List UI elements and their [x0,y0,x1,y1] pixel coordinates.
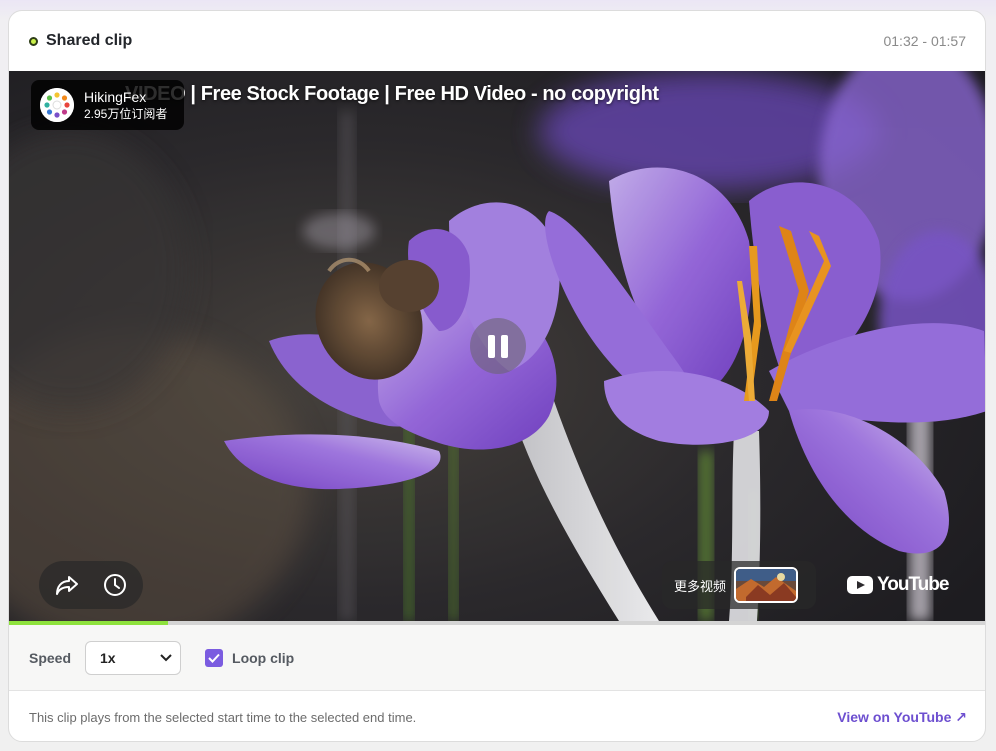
card-header: Shared clip 01:32 - 01:57 [9,11,985,71]
youtube-play-icon [847,576,873,594]
youtube-label: YouTube [877,574,949,595]
loop-clip-checkbox[interactable] [205,648,224,667]
channel-badge[interactable]: HikingFex 2.95万位订阅者 [31,80,184,130]
channel-name[interactable]: HikingFex [84,88,167,106]
share-icon[interactable] [53,571,81,599]
more-videos-button[interactable]: 更多视频 [662,561,816,609]
view-on-youtube-link[interactable]: View on YouTube ↗ [837,709,967,726]
clip-time-range: 01:32 - 01:57 [883,33,966,49]
speed-select[interactable]: 1x [85,640,182,675]
channel-subscribers: 2.95万位订阅者 [84,107,168,121]
chevron-down-icon [160,653,172,661]
more-videos-label: 更多视频 [674,578,727,594]
video-title[interactable]: VIDEO | Free Stock Footage | Free HD Vid… [125,83,659,106]
video-player[interactable]: VIDEO | Free Stock Footage | Free HD Vid… [9,71,985,621]
card-footer: This clip plays from the selected start … [9,691,985,741]
card-title: Shared clip [46,32,133,49]
channel-logo-icon [40,88,74,122]
header-left: Shared clip [29,32,132,50]
channel-avatar[interactable] [40,88,74,122]
speed-value: 1x [100,649,116,666]
pause-button[interactable] [470,318,526,374]
clip-note: This clip plays from the selected start … [29,709,417,725]
pause-icon [488,335,495,358]
checkmark-icon [208,653,220,663]
player-left-controls [39,561,143,609]
status-dot-icon [29,36,38,46]
pause-icon-bar [501,335,508,358]
shared-clip-card: Shared clip 01:32 - 01:57 VIDEO | Free S… [8,10,986,742]
channel-text: HikingFex 2.95万位订阅者 [84,88,167,122]
watch-later-icon[interactable] [101,571,129,599]
clip-controls: Speed 1x Loop clip [9,625,985,691]
loop-clip-label[interactable]: Loop clip [232,650,294,666]
more-videos-thumbnail [734,567,799,603]
youtube-logo[interactable]: YouTube [847,574,949,596]
speed-label: Speed [29,649,72,666]
